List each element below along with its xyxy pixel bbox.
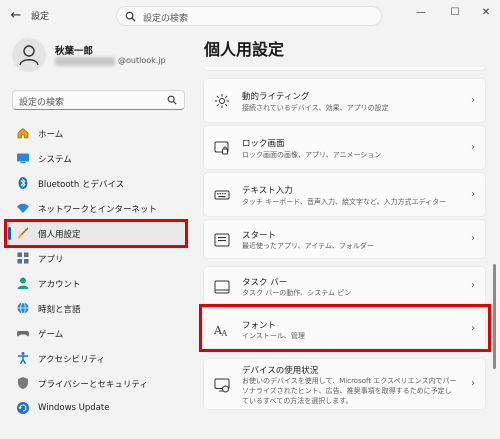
shield-icon	[18, 377, 28, 389]
apps-icon	[17, 252, 29, 264]
sidebar-item-time-language[interactable]: 時刻と言語	[8, 296, 186, 321]
wifi-icon	[17, 203, 29, 213]
card-text-input[interactable]: テキスト入力 タッチ キーボード、音声入力、絵文字など、入力方式エディター ›	[203, 172, 486, 217]
search-input-top[interactable]: 設定の検索	[143, 11, 188, 24]
card-subtitle: 最近使ったアプリ、アイテム、フォルダー	[242, 242, 374, 250]
lock-screen-icon	[214, 141, 229, 155]
card-subtitle: ロック画面の画像、アプリ、アニメーション	[242, 151, 382, 159]
globe-icon	[17, 302, 29, 314]
sidebar-item-home[interactable]: ホーム	[8, 121, 186, 146]
highlight-box-sidebar	[4, 219, 188, 248]
search-icon	[125, 11, 136, 22]
card-title: ロック画面	[242, 139, 285, 149]
card-subtitle: お使いのデバイスを使用して、Microsoft エクスペリエンス内でパーソナライ…	[242, 377, 457, 405]
chevron-right-icon: ›	[471, 280, 475, 291]
search-icon	[167, 95, 177, 105]
sidebar-item-accounts[interactable]: アカウント	[8, 271, 186, 296]
sidebar-item-bluetooth[interactable]: Bluetooth とデバイス	[8, 171, 186, 196]
title-bar: ← 設定 設定の検索 — ☐ ✕	[0, 0, 500, 32]
sidebar-item-network[interactable]: ネットワークとインターネット	[8, 196, 186, 221]
highlight-box-fonts	[199, 304, 491, 352]
accessibility-icon	[18, 352, 28, 365]
back-button[interactable]: ←	[6, 6, 26, 26]
card-title: テキスト入力	[242, 186, 293, 196]
gamepad-icon	[17, 331, 29, 337]
card-top-cut	[203, 67, 486, 71]
app-title: 設定	[31, 12, 50, 22]
sidebar-item-accessibility[interactable]: アクセシビリティ	[8, 346, 186, 371]
close-button[interactable]: ✕	[474, 4, 498, 24]
avatar[interactable]	[12, 38, 46, 72]
chevron-right-icon: ›	[471, 142, 475, 153]
sidebar-item-windows-update[interactable]: Windows Update	[8, 396, 186, 421]
taskbar-icon	[214, 280, 230, 294]
sidebar-item-system[interactable]: システム	[8, 146, 186, 171]
account-icon	[17, 277, 29, 289]
update-icon	[17, 402, 29, 414]
card-title: タスク バー	[242, 278, 288, 288]
sidebar-item-privacy[interactable]: プライバシーとセキュリティ	[8, 371, 186, 396]
search-box-top[interactable]: 設定の検索	[116, 6, 382, 26]
start-icon	[214, 233, 230, 247]
user-email: @outlook.jp	[118, 56, 166, 65]
sidebar-item-apps[interactable]: アプリ	[8, 246, 186, 271]
email-redacted	[55, 57, 115, 66]
card-subtitle: 接続されているデバイス、効果、アプリの設定	[242, 104, 389, 112]
card-dynamic-lighting[interactable]: 動的ライティング 接続されているデバイス、効果、アプリの設定 ›	[203, 78, 486, 123]
chevron-right-icon: ›	[471, 189, 475, 200]
bluetooth-icon	[18, 177, 28, 189]
system-icon	[17, 153, 29, 164]
card-taskbar[interactable]: タスク バー タスク バーの動作、システム ピン ›	[203, 266, 486, 306]
keyboard-icon	[214, 190, 230, 200]
card-device-usage[interactable]: デバイスの使用状況 お使いのデバイスを使用して、Microsoft エクスペリエ…	[203, 358, 486, 410]
card-title: スタート	[242, 231, 277, 241]
user-icon	[19, 45, 39, 66]
card-subtitle: タッチ キーボード、音声入力、絵文字など、入力方式エディター	[242, 198, 447, 206]
scrollbar[interactable]	[493, 264, 496, 369]
chevron-right-icon: ›	[471, 233, 475, 244]
search-input-side[interactable]: 設定の検索	[19, 95, 64, 108]
maximize-button[interactable]: ☐	[443, 4, 467, 24]
device-usage-icon	[214, 378, 230, 393]
card-start[interactable]: スタート 最近使ったアプリ、アイテム、フォルダー ›	[203, 219, 486, 259]
sidebar-nav: ホーム システム Bluetooth とデバイス ネットワークとインターネット …	[8, 121, 186, 421]
sidebar-item-gaming[interactable]: ゲーム	[8, 321, 186, 346]
card-title: 動的ライティング	[242, 92, 310, 102]
chevron-right-icon: ›	[471, 95, 475, 106]
card-lock-screen[interactable]: ロック画面 ロック画面の画像、アプリ、アニメーション ›	[203, 125, 486, 170]
card-title: デバイスの使用状況	[242, 366, 319, 376]
dynamic-lighting-icon	[215, 94, 229, 108]
home-icon	[17, 128, 29, 139]
user-name: 秋葉一郎	[55, 46, 94, 57]
chevron-right-icon: ›	[471, 378, 475, 389]
page-title: 個人用設定	[204, 40, 285, 59]
minimize-button[interactable]: —	[409, 4, 433, 24]
card-subtitle: タスク バーの動作、システム ピン	[242, 289, 352, 297]
search-box-side[interactable]: 設定の検索	[12, 90, 185, 110]
